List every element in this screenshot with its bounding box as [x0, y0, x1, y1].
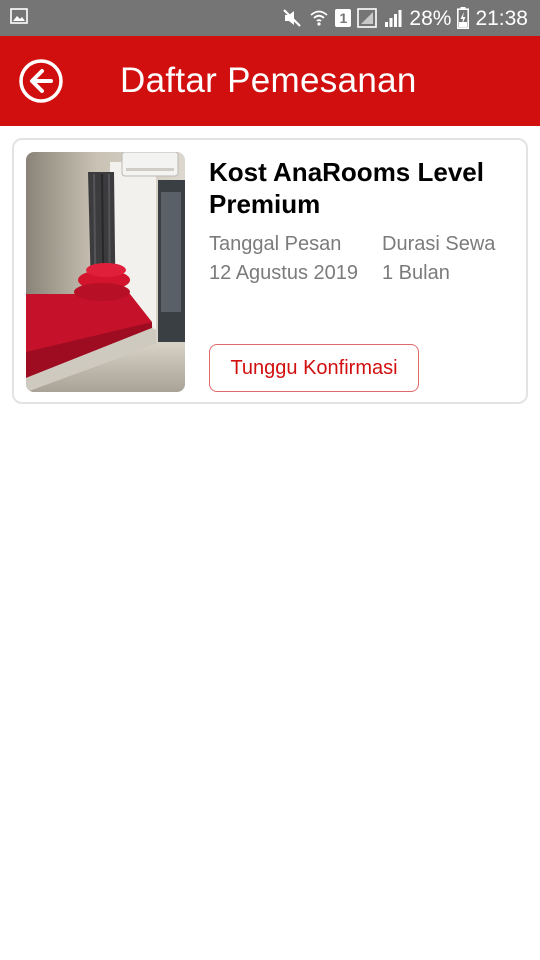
room-photo	[26, 152, 185, 392]
status-right: 1 28% 21:38	[281, 7, 528, 29]
kost-name: Kost AnaRooms Level Premium	[209, 157, 484, 219]
status-button[interactable]: Tunggu Konfirmasi	[209, 344, 419, 392]
duration-label: Durasi Sewa	[382, 233, 496, 255]
back-button[interactable]	[17, 57, 65, 105]
back-arrow-circle-icon	[19, 59, 63, 103]
status-bar: 1 28% 21:38	[0, 0, 540, 36]
booking-card[interactable]: Kost AnaRooms Level Premium Tanggal Pesa…	[12, 138, 528, 404]
order-date-value: 12 Agustus 2019	[209, 262, 359, 284]
wifi-icon	[309, 8, 329, 28]
signal-icon	[383, 8, 403, 28]
sim-icon: 1	[335, 9, 352, 27]
status-left	[10, 7, 281, 29]
signal-box-icon	[357, 8, 378, 28]
gallery-icon	[10, 7, 28, 29]
order-date-column: Tanggal Pesan 12 Agustus 2019	[209, 230, 358, 288]
order-date-label: Tanggal Pesan	[209, 233, 342, 255]
clock: 21:38	[475, 6, 528, 30]
page-title: Daftar Pemesanan	[120, 61, 417, 100]
mute-icon	[281, 8, 303, 28]
battery-percent: 28%	[409, 6, 452, 30]
duration-value: 1 Bulan	[382, 262, 450, 284]
duration-column: Durasi Sewa 1 Bulan	[382, 230, 495, 288]
app-bar: Daftar Pemesanan	[0, 36, 540, 126]
battery-charging-icon	[457, 7, 470, 29]
